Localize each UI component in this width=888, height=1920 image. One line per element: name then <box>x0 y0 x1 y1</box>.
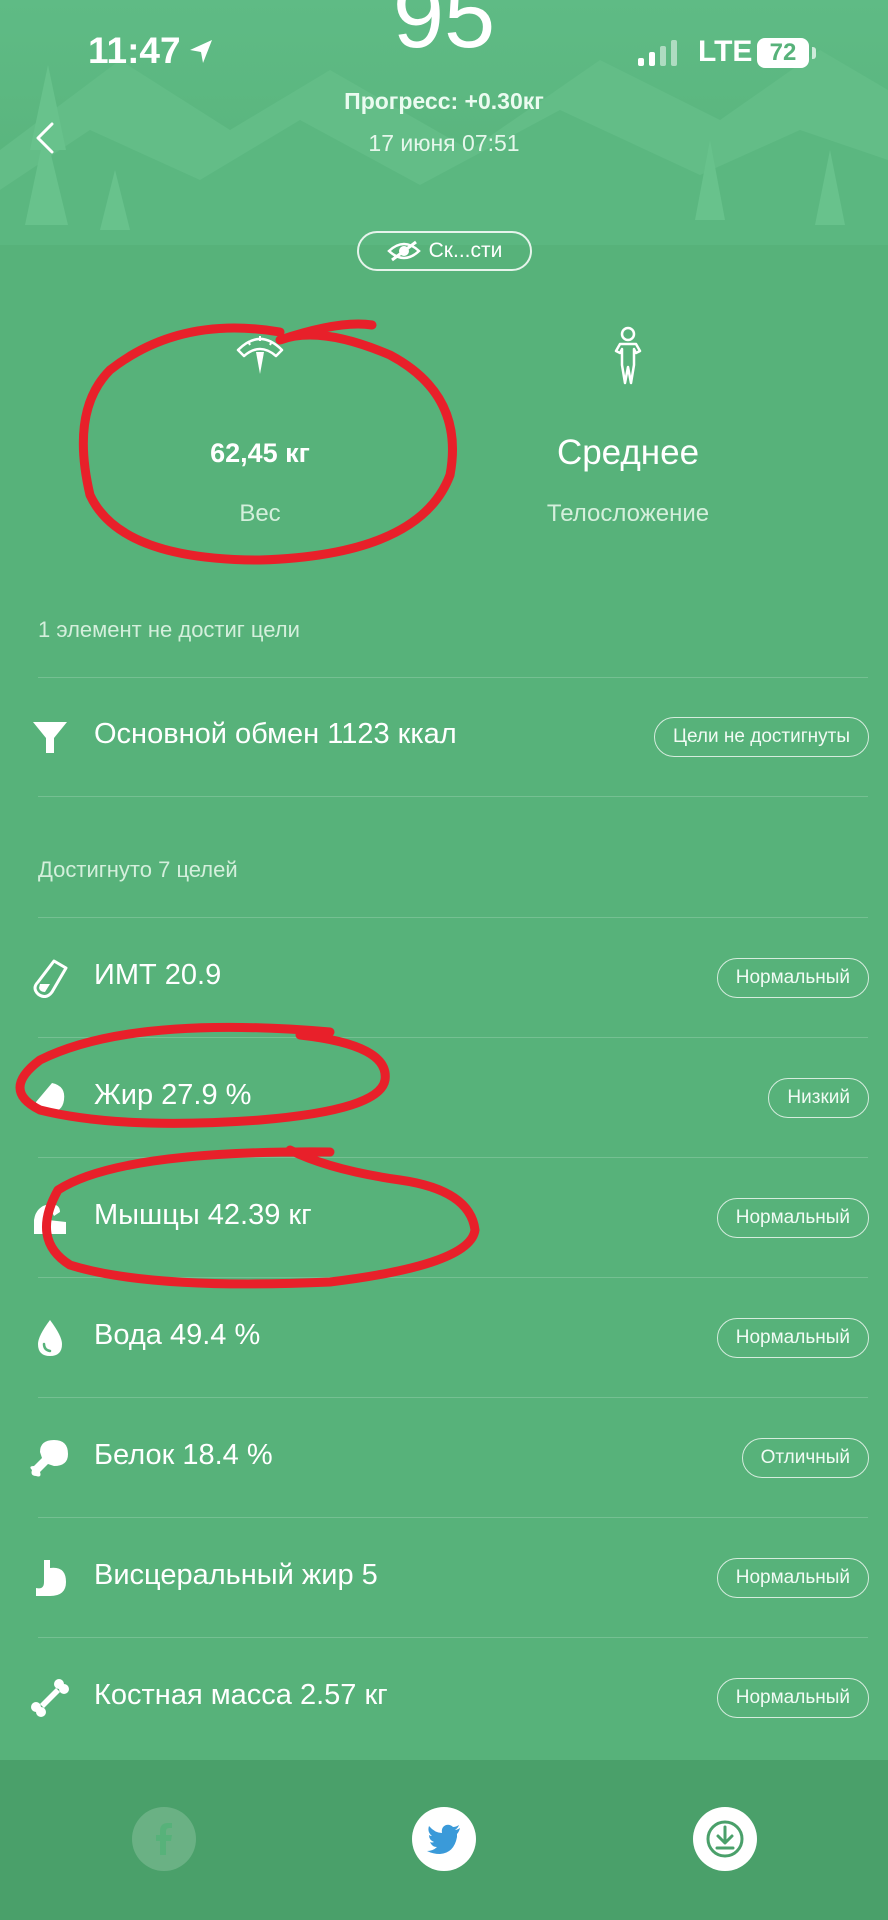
met-section-title: Достигнуто 7 целей <box>38 857 238 882</box>
status-badge: Нормальный <box>716 1198 869 1238</box>
list-item[interactable]: Мышцы 42.39 кг Нормальный <box>0 1169 888 1267</box>
divider <box>38 1037 868 1038</box>
divider <box>38 1637 868 1638</box>
list-item-label: Белок 18.4 % <box>94 1439 273 1471</box>
water-drop-icon <box>38 1320 62 1356</box>
divider <box>38 917 868 918</box>
list-item[interactable]: Висцеральный жир 5 Нормальный <box>0 1529 888 1627</box>
hide-values-button[interactable]: Ск...сти <box>357 231 532 271</box>
muscle-icon <box>34 1204 66 1234</box>
progress-text: Прогресс: +0.30кг <box>344 88 544 114</box>
list-item-label: ИМТ 20.9 <box>94 959 222 991</box>
divider <box>38 1397 868 1398</box>
drumstick-icon <box>30 1440 68 1477</box>
facebook-share-button[interactable] <box>132 1807 196 1871</box>
eye-slash-icon <box>386 240 421 262</box>
measurement-date: 17 июня 07:51 <box>368 130 520 156</box>
scale-icon <box>236 336 284 374</box>
share-footer <box>0 1760 888 1920</box>
download-button[interactable] <box>693 1807 757 1871</box>
divider <box>38 677 868 678</box>
list-item[interactable]: Жир 27.9 % Низкий <box>0 1049 888 1147</box>
list-item-label: Висцеральный жир 5 <box>94 1559 378 1591</box>
list-item[interactable]: Костная масса 2.57 кг Нормальный <box>0 1649 888 1747</box>
status-badge: Нормальный <box>716 1678 869 1718</box>
body-type-value: Среднее <box>556 433 700 472</box>
divider <box>38 1517 868 1518</box>
status-badge: Нормальный <box>716 958 869 998</box>
twitter-share-button[interactable] <box>412 1807 476 1871</box>
list-item[interactable]: ИМТ 20.9 Нормальный <box>0 929 888 1027</box>
hide-values-label: Ск...сти <box>428 239 503 262</box>
status-badge: Нормальный <box>716 1318 869 1358</box>
facebook-icon <box>156 1823 172 1855</box>
list-item-label: Костная масса 2.57 кг <box>94 1679 388 1711</box>
list-item-label: Жир 27.9 % <box>94 1079 252 1111</box>
body-type-label: Телосложение <box>546 500 710 527</box>
download-icon <box>706 1820 744 1858</box>
funnel-icon <box>33 722 67 753</box>
status-badge: Низкий <box>768 1078 869 1118</box>
list-item-label: Мышцы 42.39 кг <box>94 1199 312 1231</box>
list-item[interactable]: Вода 49.4 % Нормальный <box>0 1289 888 1387</box>
flask-icon <box>33 959 68 998</box>
body-figure-icon <box>614 326 642 385</box>
status-badge: Цели не достигнуты <box>653 717 869 757</box>
divider <box>38 1277 868 1278</box>
score-value: 95 <box>392 0 496 67</box>
status-badge: Нормальный <box>716 1558 869 1598</box>
divider <box>38 1157 868 1158</box>
status-badge: Отличный <box>741 1438 869 1478</box>
twitter-icon <box>427 1824 460 1854</box>
list-item-label: Вода 49.4 % <box>94 1319 261 1351</box>
list-item-label: Основной обмен 1123 ккал <box>94 718 457 750</box>
bone-icon <box>31 1679 69 1717</box>
stomach-icon <box>36 1560 66 1596</box>
back-chevron-icon[interactable] <box>30 118 60 158</box>
weight-label: Вес <box>239 500 281 527</box>
fat-drop-icon <box>35 1083 65 1113</box>
unmet-section-title: 1 элемент не достиг цели <box>38 617 300 642</box>
weight-value: 62,45 кг <box>210 438 310 468</box>
list-item[interactable]: Белок 18.4 % Отличный <box>0 1409 888 1507</box>
divider <box>38 796 868 797</box>
list-item[interactable]: Основной обмен 1123 ккал Цели не достигн… <box>0 688 888 786</box>
